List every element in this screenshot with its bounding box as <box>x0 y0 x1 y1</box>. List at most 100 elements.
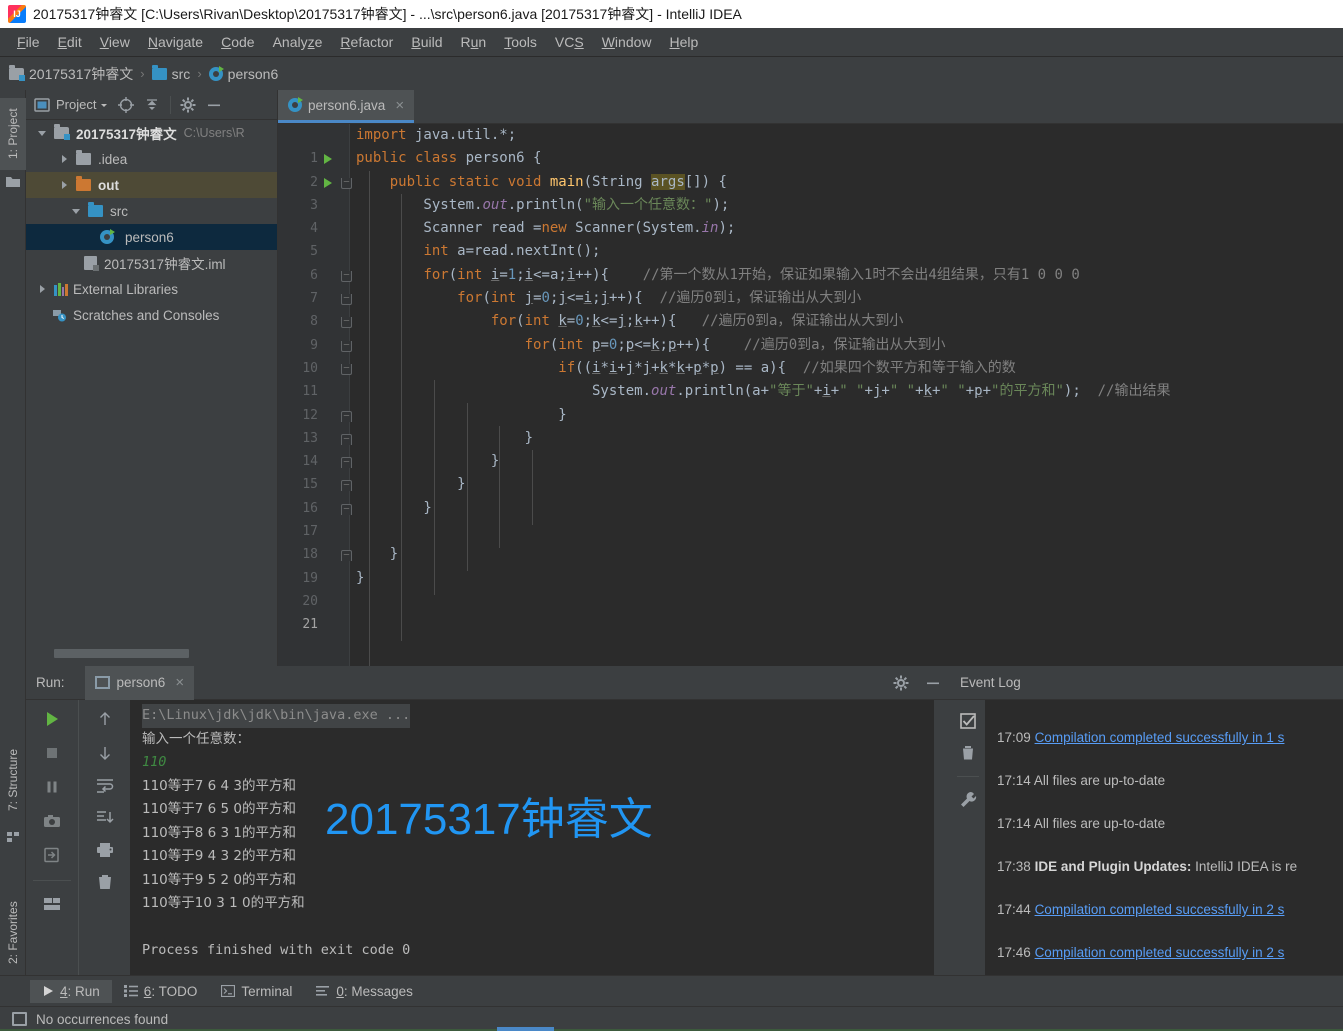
scratches-icon <box>52 308 67 322</box>
close-icon[interactable]: × <box>175 674 184 691</box>
breadcrumb-item-src[interactable]: src <box>151 64 190 82</box>
fold-icon[interactable]: – <box>341 270 352 282</box>
menu-file[interactable]: File <box>8 31 49 53</box>
menu-vcs[interactable]: VCS <box>546 31 593 53</box>
tree-row-iml[interactable]: 20175317钟睿文.iml <box>26 250 277 276</box>
event-log-row[interactable]: 17:09 Compilation completed successfully… <box>997 716 1343 759</box>
fold-icon[interactable]: – <box>341 317 352 329</box>
bottom-item-terminal[interactable]: Terminal <box>209 980 304 1003</box>
event-message-link[interactable]: Compilation completed successfully in 2 … <box>1035 945 1285 960</box>
menu-run[interactable]: Run <box>452 31 496 53</box>
fold-icon[interactable]: – <box>341 480 352 492</box>
menu-help[interactable]: Help <box>661 31 708 53</box>
menu-refactor[interactable]: Refactor <box>331 31 402 53</box>
console-scrollbar[interactable] <box>934 700 950 975</box>
rerun-icon[interactable] <box>43 710 61 728</box>
project-tree-hscrollbar[interactable] <box>26 644 278 662</box>
run-gutter-icon[interactable] <box>324 154 332 165</box>
menu-tools[interactable]: Tools <box>495 31 546 53</box>
gear-icon[interactable] <box>892 674 910 692</box>
tree-row-external-libraries[interactable]: External Libraries <box>26 276 277 302</box>
fold-icon[interactable]: – <box>341 550 352 562</box>
sidebar-item-structure[interactable]: 7: Structure <box>0 735 26 825</box>
menu-window[interactable]: Window <box>593 31 661 53</box>
scroll-to-end-icon[interactable] <box>96 810 114 826</box>
fold-icon[interactable]: – <box>341 433 352 445</box>
event-message: All files are up-to-date <box>1033 816 1166 831</box>
run-panel-label: Run: <box>36 675 65 690</box>
event-log-row[interactable]: 17:46 Compilation completed successfully… <box>997 931 1343 974</box>
menu-view[interactable]: View <box>91 31 139 53</box>
minimize-icon[interactable] <box>924 674 942 692</box>
project-panel-header: Project <box>26 90 277 120</box>
export-icon[interactable] <box>43 846 61 864</box>
soft-wrap-icon[interactable] <box>96 778 114 794</box>
close-icon[interactable]: × <box>395 97 404 114</box>
trash-icon[interactable] <box>96 874 114 890</box>
tree-row-scratches[interactable]: Scratches and Consoles <box>26 302 277 328</box>
up-icon[interactable] <box>96 710 114 728</box>
tree-row-idea[interactable]: .idea <box>26 146 277 172</box>
sidebar-item-favorites[interactable]: 2: Favorites <box>0 885 26 981</box>
breadcrumb-item-class[interactable]: person6 <box>208 65 278 82</box>
menu-code[interactable]: Code <box>212 31 263 53</box>
menu-edit[interactable]: Edit <box>49 31 91 53</box>
run-panel-tools <box>892 666 942 700</box>
menu-build[interactable]: Build <box>402 31 451 53</box>
chevron-down-icon[interactable] <box>68 208 84 214</box>
print-icon[interactable] <box>96 842 114 858</box>
code-editor[interactable]: 1 import java.util.*; 2 public class per… <box>278 124 1343 666</box>
bottom-item-run[interactable]: 4: Run <box>30 979 112 1003</box>
chevron-right-icon[interactable] <box>56 155 72 163</box>
run-tab-person6[interactable]: person6 × <box>84 665 195 700</box>
fold-icon[interactable]: – <box>341 457 352 469</box>
tree-item-label: person6 <box>125 229 174 245</box>
sidebar-item-project[interactable]: 1: Project <box>0 98 26 170</box>
mark-read-icon[interactable] <box>959 712 977 730</box>
event-log-row[interactable]: 17:14 All files are up-to-date <box>997 759 1343 802</box>
down-icon[interactable] <box>96 744 114 762</box>
breadcrumb-item-module[interactable]: 20175317钟睿文 <box>9 64 133 84</box>
project-tree[interactable]: 20175317钟睿文 C:\Users\R .idea out src per… <box>26 120 277 644</box>
chevron-right-icon[interactable] <box>34 285 50 293</box>
fold-icon[interactable]: – <box>341 294 352 306</box>
tree-row-out[interactable]: out <box>26 172 277 198</box>
fold-icon[interactable]: – <box>341 410 352 422</box>
run-gutter-icon[interactable] <box>324 177 332 188</box>
fold-icon[interactable]: – <box>341 363 352 375</box>
event-log-row[interactable]: 17:14 All files are up-to-date <box>997 802 1343 845</box>
event-log-entries[interactable]: 17:09 Compilation completed successfully… <box>985 700 1343 975</box>
code-line: 9 – for(int k=0;k<=j;k++){ //遍历0到a，保证输出从… <box>278 310 1343 352</box>
minimize-icon[interactable] <box>205 96 223 114</box>
locate-icon[interactable] <box>117 96 135 114</box>
tab-person6-java[interactable]: person6.java × <box>278 90 415 123</box>
chevron-down-icon[interactable] <box>34 130 50 136</box>
menu-navigate[interactable]: Navigate <box>139 31 212 53</box>
tree-row-module[interactable]: 20175317钟睿文 C:\Users\R <box>26 120 277 146</box>
event-message-link[interactable]: Compilation completed successfully in 1 … <box>1035 730 1285 745</box>
settings-wrench-icon[interactable] <box>959 791 977 809</box>
chevron-right-icon[interactable] <box>56 181 72 189</box>
fold-icon[interactable]: – <box>341 503 352 515</box>
bottom-item-messages[interactable]: 0: Messages <box>304 980 425 1003</box>
event-message-link[interactable]: Compilation completed successfully in 2 … <box>1035 902 1285 917</box>
tree-row-src[interactable]: src <box>26 198 277 224</box>
code-line: 11 – if((i*i+j*j+k*k+p*p) == a){ //如果四个数… <box>278 357 1343 399</box>
collapse-all-icon[interactable] <box>143 96 161 114</box>
bottom-item-todo[interactable]: 6: TODO <box>112 980 210 1003</box>
gear-icon[interactable] <box>179 96 197 114</box>
stop-icon[interactable] <box>43 744 61 762</box>
fold-icon[interactable]: – <box>341 340 352 352</box>
chevron-down-icon[interactable] <box>99 100 109 110</box>
pause-icon[interactable] <box>43 778 61 796</box>
code-line: 14 – } <box>278 427 1343 469</box>
fold-icon[interactable]: – <box>341 177 352 189</box>
event-log-row[interactable]: 17:38 IDE and Plugin Updates: IntelliJ I… <box>997 845 1343 888</box>
tree-row-person6[interactable]: person6 <box>26 224 277 250</box>
scrollbar-thumb[interactable] <box>54 649 189 658</box>
layout-icon[interactable] <box>43 897 61 911</box>
menu-analyze[interactable]: Analyze <box>264 31 332 53</box>
event-log-row[interactable]: 17:44 Compilation completed successfully… <box>997 888 1343 931</box>
trash-icon[interactable] <box>959 744 977 762</box>
camera-icon[interactable] <box>43 812 61 830</box>
